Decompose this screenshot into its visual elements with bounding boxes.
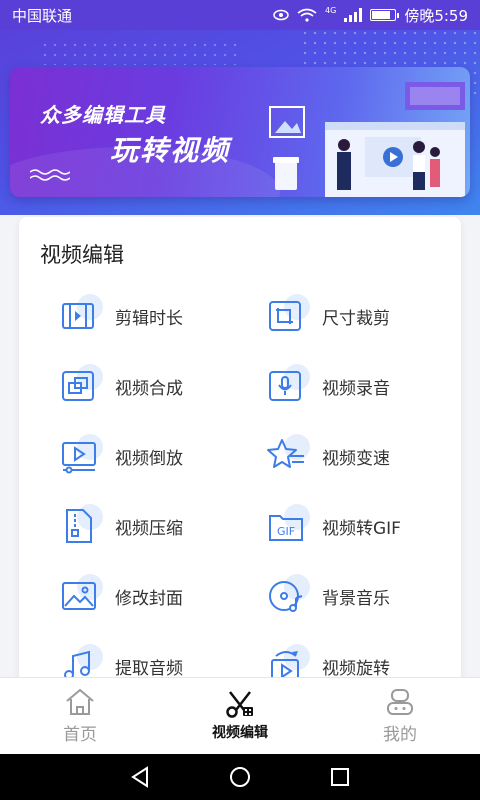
wave-lines-icon <box>30 169 70 181</box>
tool-cover[interactable]: 修改封面 <box>59 568 259 624</box>
tool-label: 视频压缩 <box>115 518 183 539</box>
banner-subtitle: 众多编辑工具 <box>40 103 166 127</box>
nav-label: 我的 <box>383 724 417 745</box>
eye-icon <box>273 9 289 21</box>
tool-bgm[interactable]: 背景音乐 <box>266 568 461 624</box>
tool-label: 视频录音 <box>322 378 390 399</box>
music-disc-icon <box>266 574 310 618</box>
tool-label: 视频变速 <box>322 448 390 469</box>
crop-icon <box>266 294 310 338</box>
signal-icon <box>344 8 363 22</box>
carrier-name: 中国联通 <box>12 6 73 25</box>
status-icons: 4G 傍晚5:59 <box>273 5 468 26</box>
tool-record[interactable]: 视频录音 <box>266 358 461 414</box>
recents-icon[interactable] <box>329 766 351 788</box>
tool-label: 尺寸裁剪 <box>322 308 390 329</box>
tool-label: 视频倒放 <box>115 448 183 469</box>
banner-illustration <box>269 82 465 197</box>
reverse-play-icon <box>59 434 103 478</box>
profile-icon <box>387 688 413 715</box>
bottom-nav: 首页 视频编辑 我的 <box>0 677 480 754</box>
tool-label: 剪辑时长 <box>115 308 183 329</box>
battery-icon <box>370 9 400 21</box>
wifi-icon <box>297 8 317 22</box>
back-icon[interactable] <box>129 766 151 788</box>
banner-title: 玩转视频 <box>110 134 231 167</box>
tool-label: 视频转GIF <box>322 518 401 539</box>
tool-speed[interactable]: 视频变速 <box>266 428 461 484</box>
tool-label: 视频旋转 <box>322 658 390 679</box>
status-time: 傍晚5:59 <box>404 6 468 25</box>
promo-banner[interactable]: 众多编辑工具 玩转视频 <box>10 67 470 197</box>
microphone-icon <box>266 364 310 408</box>
photo-frame-illustration <box>269 106 305 138</box>
speed-icon <box>266 434 310 478</box>
tool-label: 视频合成 <box>115 378 183 399</box>
tool-compress[interactable]: 视频压缩 <box>59 498 259 554</box>
nav-profile[interactable]: 我的 <box>320 678 480 754</box>
tool-label: 背景音乐 <box>322 588 390 609</box>
tool-label: 修改封面 <box>115 588 183 609</box>
svg-text:GIF: GIF <box>277 525 295 538</box>
battery-fill <box>372 11 391 19</box>
tool-merge[interactable]: 视频合成 <box>59 358 259 414</box>
tool-gif[interactable]: GIF 视频转GIF <box>266 498 461 554</box>
trim-icon <box>59 294 103 338</box>
video-edit-card: 视频编辑 剪辑时长 尺寸裁剪 视频合成 视频录音 视频倒放 视频变速 视频压缩 … <box>19 217 461 687</box>
nav-home[interactable]: 首页 <box>0 678 160 754</box>
scissors-film-icon <box>226 691 253 718</box>
tool-label: 提取音频 <box>115 658 183 679</box>
home-circle-icon[interactable] <box>229 766 251 788</box>
nav-label: 首页 <box>63 724 97 745</box>
nav-video-edit[interactable]: 视频编辑 <box>160 678 320 754</box>
home-icon <box>66 688 94 715</box>
system-nav-bar <box>0 754 480 800</box>
tool-trim[interactable]: 剪辑时长 <box>59 288 259 344</box>
cover-image-icon <box>59 574 103 618</box>
status-bar: 中国联通 4G 傍晚5:59 <box>0 0 480 30</box>
merge-icon <box>59 364 103 408</box>
gif-icon: GIF <box>266 504 310 548</box>
nav-label: 视频编辑 <box>212 725 268 741</box>
decorative-dots <box>40 40 240 65</box>
card-title: 视频编辑 <box>40 243 124 267</box>
network-type: 4G <box>325 5 337 15</box>
tool-crop[interactable]: 尺寸裁剪 <box>266 288 461 344</box>
cup-illustration <box>273 157 299 190</box>
tool-reverse[interactable]: 视频倒放 <box>59 428 259 484</box>
compress-icon <box>59 504 103 548</box>
